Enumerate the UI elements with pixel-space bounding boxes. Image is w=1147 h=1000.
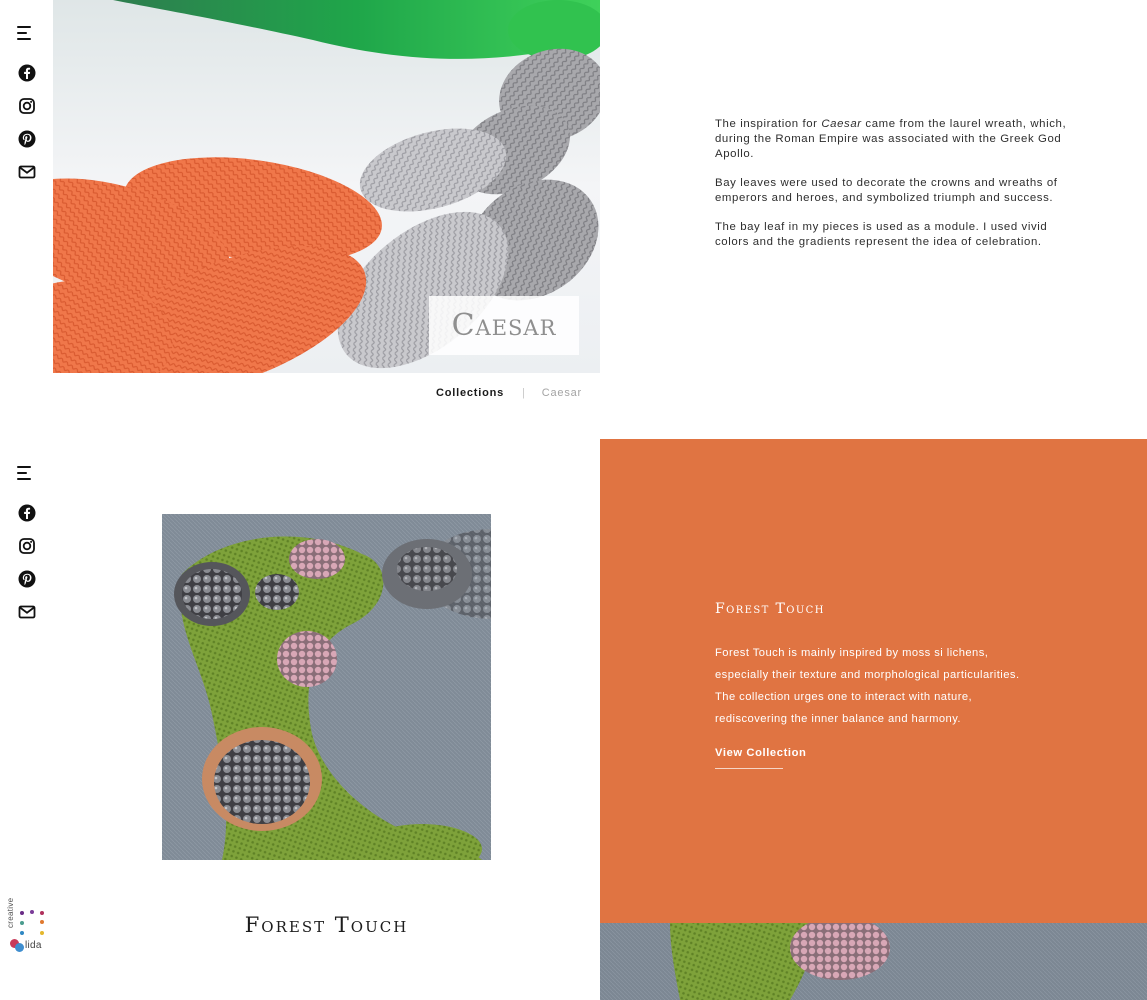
creative-lida-logo[interactable]: creative lida	[6, 898, 50, 954]
panel-line: Forest Touch is mainly inspired by moss …	[715, 647, 989, 659]
facebook-icon[interactable]	[17, 63, 37, 83]
caesar-description: The inspiration for Caesar came from the…	[715, 117, 1070, 264]
view-collection-link[interactable]: View Collection	[715, 747, 806, 769]
logo-dot	[20, 921, 24, 925]
social-links-bottom	[17, 503, 37, 622]
instagram-icon[interactable]	[17, 96, 37, 116]
forest-touch-panel: Forest Touch Forest Touch is mainly insp…	[600, 439, 1147, 923]
breadcrumb: Collections | Caesar	[436, 387, 582, 399]
caesar-paragraph-2: Bay leaves were used to decorate the cro…	[715, 177, 1058, 204]
caesar-badge-text: Caesar	[451, 308, 557, 343]
logo-dot	[20, 911, 24, 915]
logo-dot	[20, 931, 24, 935]
panel-heading: Forest Touch	[715, 601, 825, 617]
logo-word-creative: creative	[6, 897, 15, 928]
pinterest-icon[interactable]	[17, 129, 37, 149]
caesar-p1-start: The inspiration for	[715, 118, 822, 130]
logo-dot	[40, 931, 44, 935]
side-rail-bottom	[0, 462, 53, 622]
logo-dot	[30, 910, 34, 914]
social-links-top	[17, 63, 37, 182]
mail-icon[interactable]	[17, 602, 37, 622]
caesar-paragraph-3: The bay leaf in my pieces is used as a m…	[715, 221, 1048, 248]
logo-dot	[40, 911, 44, 915]
side-rail-top	[0, 22, 53, 182]
pinterest-icon[interactable]	[17, 569, 37, 589]
menu-icon[interactable]	[16, 22, 37, 44]
logo-word-lida: lida	[25, 940, 42, 951]
logo-dot	[40, 920, 44, 924]
panel-line: rediscovering the inner balance and harm…	[715, 713, 961, 725]
forest-touch-image[interactable]	[162, 514, 491, 860]
forest-touch-preview-image	[600, 923, 1147, 1000]
panel-line: The collection urges one to interact wit…	[715, 691, 973, 703]
facebook-icon[interactable]	[17, 503, 37, 523]
mail-icon[interactable]	[17, 162, 37, 182]
caesar-logo-badge: Caesar	[429, 296, 579, 355]
forest-touch-title[interactable]: Forest Touch	[162, 913, 491, 937]
logo-dot	[15, 943, 24, 952]
breadcrumb-separator: |	[522, 387, 526, 399]
caesar-p1-emphasis: Caesar	[821, 118, 862, 130]
breadcrumb-collections-link[interactable]: Collections	[436, 387, 504, 399]
menu-icon[interactable]	[16, 462, 37, 484]
caesar-hero-image: Caesar	[53, 0, 600, 373]
panel-description: Forest Touch is mainly inspired by moss …	[715, 642, 1045, 730]
instagram-icon[interactable]	[17, 536, 37, 556]
caesar-paragraph-1: The inspiration for Caesar came from the…	[715, 117, 1070, 162]
breadcrumb-current: Caesar	[541, 387, 583, 399]
panel-line: especially their texture and morphologic…	[715, 669, 1020, 681]
